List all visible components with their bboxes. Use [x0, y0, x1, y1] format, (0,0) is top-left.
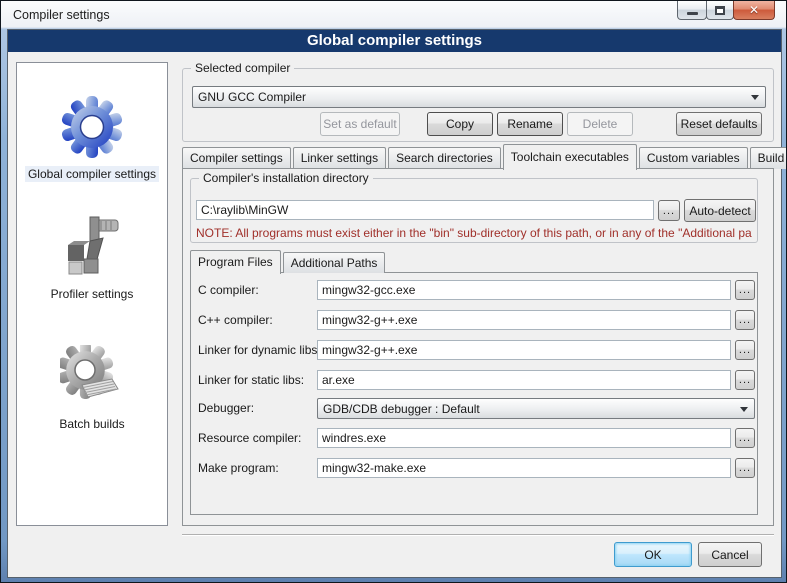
resource-compiler-browse-button[interactable]: ... [735, 428, 755, 448]
linker-dynamic-input[interactable] [317, 340, 731, 360]
debugger-label: Debugger: [198, 401, 254, 415]
program-files-tabs: Program Files Additional Paths [190, 249, 387, 273]
linker-static-browse-button[interactable]: ... [735, 370, 755, 390]
footer-divider [182, 534, 774, 536]
minimize-button[interactable] [677, 1, 707, 20]
caliper-tool-icon [60, 215, 124, 284]
tab-build-options[interactable]: Build options [750, 147, 787, 169]
blue-gear-icon [60, 95, 124, 164]
cancel-button[interactable]: Cancel [698, 542, 762, 567]
resource-compiler-label: Resource compiler: [198, 431, 301, 445]
gray-gear-stack-icon [60, 345, 124, 414]
tab-compiler-settings[interactable]: Compiler settings [182, 147, 291, 169]
chevron-down-icon [751, 95, 759, 100]
compiler-tabs: Compiler settings Linker settings Search… [182, 143, 787, 169]
cpp-compiler-label: C++ compiler: [198, 313, 273, 327]
resource-compiler-input[interactable] [317, 428, 731, 448]
settings-category-list: Global compiler settings [16, 62, 168, 526]
subtab-additional-paths[interactable]: Additional Paths [283, 252, 386, 273]
sidebar-item-batch-builds[interactable]: Batch builds [17, 345, 167, 433]
sidebar-item-profiler-settings[interactable]: Profiler settings [17, 215, 167, 303]
tab-custom-variables[interactable]: Custom variables [639, 147, 748, 169]
dialog-client-area: Global compiler settings [7, 29, 782, 578]
c-compiler-browse-button[interactable]: ... [735, 280, 755, 300]
selected-compiler-dropdown[interactable]: GNU GCC Compiler [192, 86, 766, 108]
installation-directory-group-label: Compiler's installation directory [199, 171, 373, 185]
c-compiler-input[interactable] [317, 280, 731, 300]
linker-static-label: Linker for static libs: [198, 373, 304, 387]
debugger-dropdown[interactable]: GDB/CDB debugger : Default [317, 398, 755, 419]
sidebar-item-label: Batch builds [56, 416, 127, 432]
cpp-compiler-input[interactable] [317, 310, 731, 330]
window-title: Compiler settings [13, 8, 110, 22]
close-icon: ✕ [749, 4, 759, 16]
sidebar-item-label: Profiler settings [48, 286, 137, 302]
installation-directory-input[interactable] [196, 200, 654, 220]
page-title: Global compiler settings [8, 30, 781, 52]
copy-button[interactable]: Copy [427, 112, 493, 136]
ok-button[interactable]: OK [614, 542, 692, 567]
linker-dynamic-label: Linker for dynamic libs: [198, 343, 321, 357]
window-controls: ✕ [678, 1, 775, 20]
title-bar: Compiler settings ✕ [1, 1, 786, 28]
tab-search-directories[interactable]: Search directories [388, 147, 501, 169]
selected-compiler-group-label: Selected compiler [191, 61, 294, 75]
c-compiler-label: C compiler: [198, 283, 259, 297]
linker-dynamic-browse-button[interactable]: ... [735, 340, 755, 360]
rename-button[interactable]: Rename [497, 112, 563, 136]
subtab-program-files[interactable]: Program Files [190, 250, 281, 274]
make-program-input[interactable] [317, 458, 731, 478]
compiler-settings-window: Compiler settings ✕ Global compiler sett… [0, 0, 787, 583]
chevron-down-icon [740, 407, 748, 412]
tab-toolchain-executables[interactable]: Toolchain executables [503, 144, 637, 170]
linker-static-input[interactable] [317, 370, 731, 390]
maximize-button[interactable] [706, 1, 734, 20]
installation-directory-browse-button[interactable]: ... [658, 200, 680, 221]
sidebar-item-global-compiler-settings[interactable]: Global compiler settings [17, 95, 167, 183]
make-program-browse-button[interactable]: ... [735, 458, 755, 478]
minimize-icon [687, 12, 698, 15]
cpp-compiler-browse-button[interactable]: ... [735, 310, 755, 330]
selected-compiler-value: GNU GCC Compiler [198, 90, 306, 104]
set-as-default-button[interactable]: Set as default [320, 112, 400, 136]
maximize-icon [715, 6, 725, 15]
auto-detect-button[interactable]: Auto-detect [684, 199, 756, 222]
debugger-value: GDB/CDB debugger : Default [323, 402, 480, 416]
make-program-label: Make program: [198, 461, 279, 475]
delete-button[interactable]: Delete [567, 112, 633, 136]
program-files-page [190, 272, 758, 515]
sidebar-item-label: Global compiler settings [25, 166, 159, 182]
close-button[interactable]: ✕ [733, 1, 775, 20]
reset-defaults-button[interactable]: Reset defaults [676, 112, 762, 136]
tab-linker-settings[interactable]: Linker settings [293, 147, 386, 169]
bin-subdirectory-note: NOTE: All programs must exist either in … [196, 226, 752, 240]
